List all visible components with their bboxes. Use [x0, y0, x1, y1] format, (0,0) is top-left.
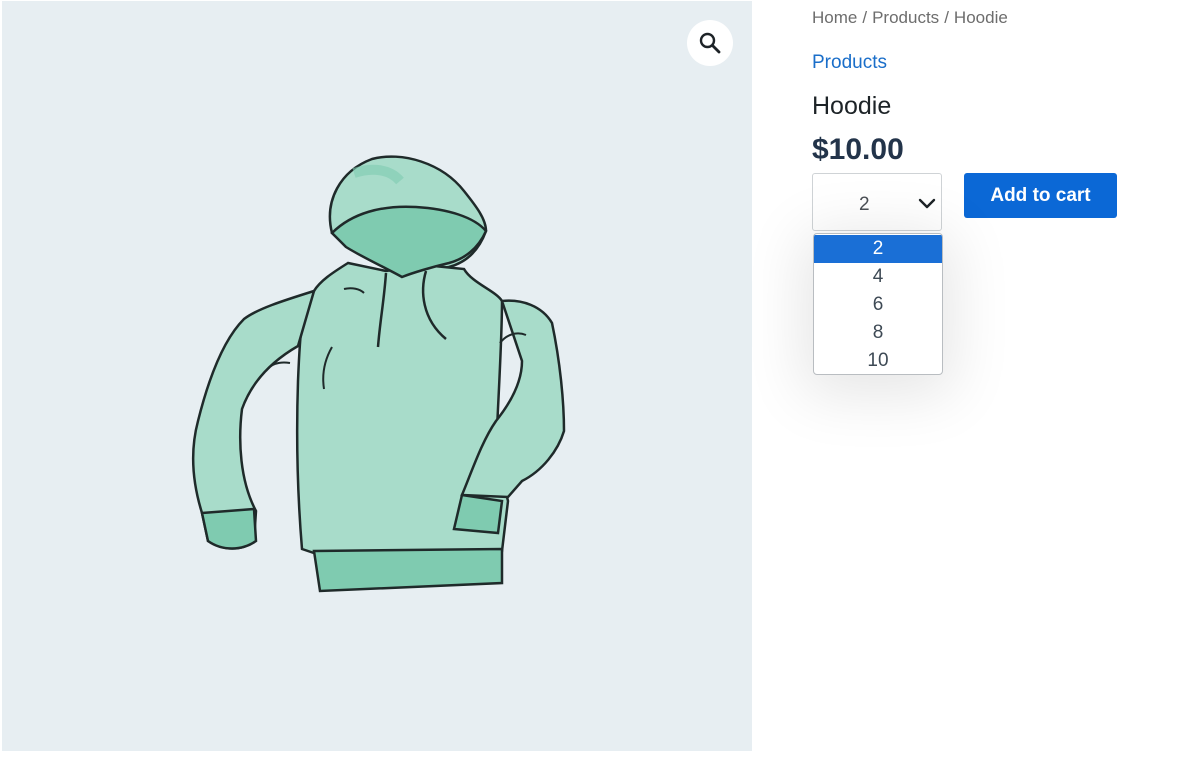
- add-to-cart-button[interactable]: Add to cart: [964, 173, 1117, 218]
- quantity-option[interactable]: 8: [814, 319, 942, 347]
- quantity-select[interactable]: 2: [812, 173, 942, 231]
- product-gallery: [2, 1, 752, 751]
- product-price: $10.00: [812, 133, 904, 166]
- category-link[interactable]: Products: [812, 52, 887, 74]
- zoom-button[interactable]: [687, 20, 733, 66]
- breadcrumb-products[interactable]: Products: [872, 8, 939, 27]
- quantity-option[interactable]: 4: [814, 263, 942, 291]
- quantity-option[interactable]: 10: [814, 347, 942, 374]
- breadcrumb-separator: /: [944, 8, 949, 27]
- breadcrumb-current: Hoodie: [953, 8, 1008, 27]
- product-title: Hoodie: [812, 92, 892, 120]
- breadcrumb-separator: /: [862, 8, 868, 27]
- chevron-down-icon: [918, 198, 936, 209]
- quantity-selected-value: 2: [859, 194, 870, 215]
- breadcrumb: Home / Products / Hoodie: [812, 8, 1008, 28]
- quantity-dropdown: 2 4 6 8 10: [813, 233, 943, 375]
- magnifier-icon: [699, 32, 721, 54]
- quantity-option[interactable]: 2: [814, 235, 942, 263]
- hoodie-illustration: [191, 155, 566, 593]
- quantity-option[interactable]: 6: [814, 291, 942, 319]
- breadcrumb-home[interactable]: Home: [812, 8, 857, 27]
